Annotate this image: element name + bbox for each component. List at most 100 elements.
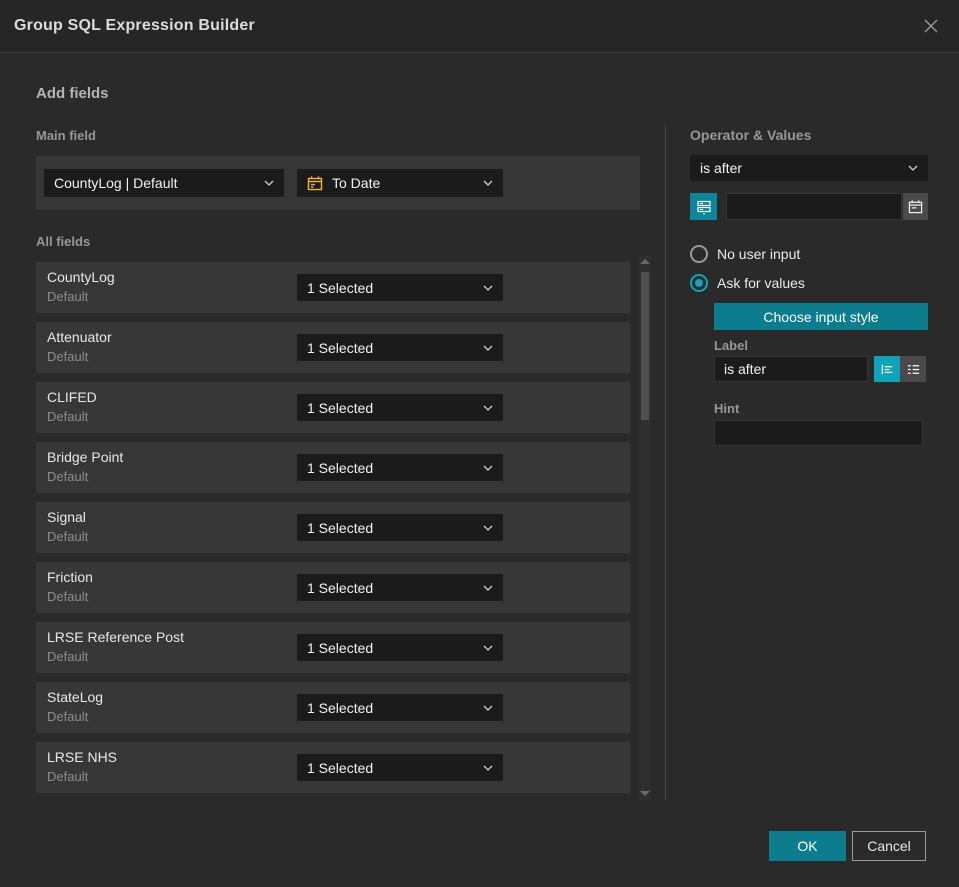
field-row-selected-value: 1 Selected bbox=[307, 699, 374, 716]
field-row-name: CLIFED bbox=[47, 389, 97, 405]
cancel-button[interactable]: Cancel bbox=[852, 831, 926, 861]
value-input[interactable] bbox=[726, 193, 902, 220]
hint-field-label: Hint bbox=[714, 401, 740, 416]
main-field-type-value: To Date bbox=[332, 175, 381, 191]
list-icon bbox=[907, 364, 919, 374]
chevron-down-icon bbox=[483, 465, 493, 471]
field-row-selected-value: 1 Selected bbox=[307, 279, 374, 296]
field-row: StateLog Default 1 Selected bbox=[36, 682, 630, 733]
chevron-down-icon bbox=[483, 285, 493, 291]
field-row-selected-value: 1 Selected bbox=[307, 459, 374, 476]
calendar-icon bbox=[908, 200, 923, 214]
field-row-selected-dropdown[interactable]: 1 Selected bbox=[297, 454, 503, 481]
radio-circle-icon bbox=[690, 245, 708, 263]
input-style-list-button[interactable] bbox=[900, 356, 926, 382]
close-icon[interactable] bbox=[915, 10, 947, 42]
main-field-select[interactable]: CountyLog | Default bbox=[44, 169, 284, 197]
field-row-subtitle: Default bbox=[47, 709, 89, 724]
label-input[interactable] bbox=[714, 356, 868, 382]
scrollbar-up-arrow-icon[interactable] bbox=[640, 259, 650, 264]
field-row-name: CountyLog bbox=[47, 269, 115, 285]
field-row-selected-value: 1 Selected bbox=[307, 399, 374, 416]
field-row-selected-dropdown[interactable]: 1 Selected bbox=[297, 394, 503, 421]
field-row-selected-dropdown[interactable]: 1 Selected bbox=[297, 274, 503, 301]
field-row-selected-dropdown[interactable]: 1 Selected bbox=[297, 574, 503, 601]
main-field-label: Main field bbox=[36, 128, 96, 143]
calendar-icon bbox=[307, 176, 323, 191]
vertical-divider bbox=[665, 125, 666, 800]
all-fields-label: All fields bbox=[36, 234, 91, 249]
close-x-glyph bbox=[924, 19, 938, 33]
field-row-selected-dropdown[interactable]: 1 Selected bbox=[297, 754, 503, 781]
main-field-type-select[interactable]: To Date bbox=[297, 169, 503, 197]
radio-ask-for-values[interactable]: Ask for values bbox=[690, 274, 805, 292]
scrollbar-down-arrow-icon[interactable] bbox=[640, 791, 650, 796]
chevron-down-icon bbox=[908, 165, 918, 171]
chevron-down-icon bbox=[483, 405, 493, 411]
field-row-name: Signal bbox=[47, 509, 86, 525]
all-fields-list: CountyLog Default 1 Selected Attenuator … bbox=[36, 262, 630, 800]
field-row-subtitle: Default bbox=[47, 289, 89, 304]
field-row-selected-dropdown[interactable]: 1 Selected bbox=[297, 514, 503, 541]
field-row-name: Friction bbox=[47, 569, 93, 585]
field-row-subtitle: Default bbox=[47, 469, 89, 484]
dialog-titlebar: Group SQL Expression Builder bbox=[0, 0, 959, 53]
field-row-subtitle: Default bbox=[47, 349, 89, 364]
chevron-down-icon bbox=[264, 180, 274, 186]
chevron-down-icon bbox=[483, 705, 493, 711]
field-row-name: Bridge Point bbox=[47, 449, 124, 465]
field-row-name: Attenuator bbox=[47, 329, 112, 345]
field-row-subtitle: Default bbox=[47, 589, 89, 604]
field-row: Attenuator Default 1 Selected bbox=[36, 322, 630, 373]
operator-select[interactable]: is after bbox=[690, 155, 928, 181]
field-row-selected-dropdown[interactable]: 1 Selected bbox=[297, 694, 503, 721]
unique-values-button[interactable] bbox=[690, 193, 717, 220]
field-row-selected-value: 1 Selected bbox=[307, 519, 374, 536]
field-row-subtitle: Default bbox=[47, 409, 89, 424]
field-row-name: StateLog bbox=[47, 689, 104, 705]
label-field-label: Label bbox=[714, 338, 748, 353]
chevron-down-icon bbox=[483, 525, 493, 531]
field-row: LRSE Reference Post Default 1 Selected bbox=[36, 622, 630, 673]
add-fields-heading: Add fields bbox=[36, 85, 109, 102]
field-row: CLIFED Default 1 Selected bbox=[36, 382, 630, 433]
field-row-selected-value: 1 Selected bbox=[307, 759, 374, 776]
operator-values-heading: Operator & Values bbox=[690, 127, 812, 143]
field-row-selected-dropdown[interactable]: 1 Selected bbox=[297, 634, 503, 661]
chevron-down-icon bbox=[483, 180, 493, 186]
field-row: Signal Default 1 Selected bbox=[36, 502, 630, 553]
field-row-selected-dropdown[interactable]: 1 Selected bbox=[297, 334, 503, 361]
list-scrollbar-thumb[interactable] bbox=[641, 272, 649, 420]
main-field-select-value: CountyLog | Default bbox=[54, 175, 178, 191]
field-row: LRSE NHS Default 1 Selected bbox=[36, 742, 630, 793]
chevron-down-icon bbox=[483, 765, 493, 771]
choose-input-style-button[interactable]: Choose input style bbox=[714, 303, 928, 330]
date-picker-button[interactable] bbox=[903, 193, 928, 220]
hint-input[interactable] bbox=[714, 420, 923, 446]
radio-no-user-input-label: No user input bbox=[717, 246, 801, 262]
field-row-subtitle: Default bbox=[47, 769, 89, 784]
operator-select-value: is after bbox=[700, 160, 743, 176]
input-style-textbox-button[interactable] bbox=[874, 356, 900, 382]
dialog-title: Group SQL Expression Builder bbox=[14, 17, 255, 34]
radio-circle-icon bbox=[690, 274, 708, 292]
field-row: Friction Default 1 Selected bbox=[36, 562, 630, 613]
field-row-subtitle: Default bbox=[47, 649, 89, 664]
chevron-down-icon bbox=[483, 645, 493, 651]
field-row: CountyLog Default 1 Selected bbox=[36, 262, 630, 313]
chevron-down-icon bbox=[483, 345, 493, 351]
field-row-selected-value: 1 Selected bbox=[307, 339, 374, 356]
field-row-selected-value: 1 Selected bbox=[307, 639, 374, 656]
align-left-icon bbox=[881, 364, 892, 374]
field-row: Bridge Point Default 1 Selected bbox=[36, 442, 630, 493]
main-field-panel: CountyLog | Default To Date bbox=[36, 156, 640, 210]
field-row-name: LRSE Reference Post bbox=[47, 629, 184, 645]
radio-ask-for-values-label: Ask for values bbox=[717, 275, 805, 291]
unique-values-icon bbox=[696, 200, 711, 215]
radio-no-user-input[interactable]: No user input bbox=[690, 245, 800, 263]
field-row-subtitle: Default bbox=[47, 529, 89, 544]
field-row-selected-value: 1 Selected bbox=[307, 579, 374, 596]
field-row-name: LRSE NHS bbox=[47, 749, 118, 765]
ok-button[interactable]: OK bbox=[769, 831, 846, 861]
chevron-down-icon bbox=[483, 585, 493, 591]
